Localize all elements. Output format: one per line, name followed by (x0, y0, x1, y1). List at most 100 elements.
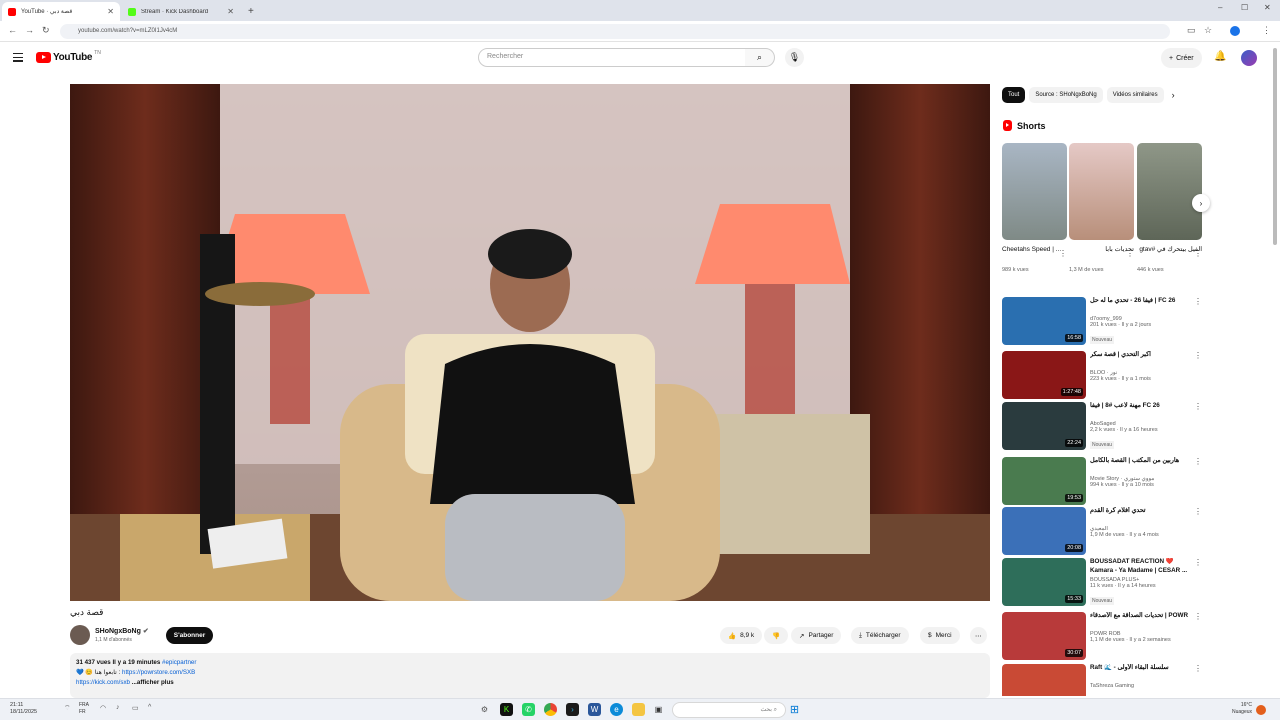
thumbs-down-icon: 👎 (772, 632, 781, 640)
shorts-next-button[interactable]: › (1192, 194, 1210, 212)
network-icon[interactable]: ⌔ (64, 704, 71, 713)
bookmark-star-icon[interactable]: ☆ (1204, 25, 1212, 36)
download-button[interactable]: ⤓ Télécharger (851, 627, 909, 644)
hamburger-menu-icon[interactable] (13, 53, 23, 64)
more-actions-button[interactable]: ⋯ (970, 627, 987, 644)
more-vertical-icon[interactable]: ⋮ (1194, 402, 1202, 411)
kick-app-icon[interactable]: K (500, 703, 513, 716)
recommended-video[interactable]: 15:33 BOUSSADAT REACTION ❤️ Kamara - Ya … (1002, 558, 1202, 606)
recommended-video[interactable]: 16:58 فيفا 26 - تحدي ما له حل | FC 26 d7… (1002, 297, 1202, 345)
recommended-video[interactable]: 20:08 تحدي أفلام كرة القدم المعيدي 1,9 M… (1002, 507, 1202, 555)
recommended-video[interactable]: 30:07 تحديات الصداقة مع الأصدقاء | POWR … (1002, 612, 1202, 660)
video-frame (70, 84, 990, 601)
close-tab-icon[interactable]: ✕ (227, 7, 234, 16)
browser-menu-icon[interactable]: ⋮ (1262, 25, 1271, 36)
weather-sun-icon (1256, 705, 1266, 715)
recommended-video[interactable]: Raft 🌊 - سلسلة البقاء الأولى TaShreza Ga… (1002, 664, 1202, 696)
recommended-video[interactable]: 1:27:48 أكبر التحدي | قصة سكر BLOO · نور… (1002, 351, 1202, 399)
language-indicator[interactable]: FRA FR (79, 702, 89, 716)
cast-icon[interactable]: ▭ (1187, 25, 1196, 36)
tab-title: YouTube · قصة دبي (21, 9, 73, 15)
create-button[interactable]: + Créer (1161, 48, 1202, 68)
windows-start-icon[interactable]: ⊞ (788, 703, 801, 716)
forward-icon[interactable]: → (25, 25, 34, 35)
edge-app-icon[interactable]: e (610, 703, 623, 716)
new-tab-button[interactable]: + (248, 6, 254, 17)
short-card[interactable]: الفيل بيتحرك في #gtav 446 k vues ⋮ (1137, 143, 1202, 273)
more-vertical-icon[interactable]: ⋮ (1194, 249, 1202, 258)
more-vertical-icon[interactable]: ⋮ (1194, 351, 1202, 360)
channel-name[interactable]: SHoNgxBoNg ✔ (95, 627, 149, 635)
reload-icon[interactable]: ↻ (42, 25, 50, 36)
taskbar-clock[interactable]: 21:11 18/11/2025 (10, 702, 37, 716)
more-vertical-icon[interactable]: ⋮ (1194, 457, 1202, 466)
url-field[interactable]: youtube.com/watch?v=mLZ0I1Jv4cM (60, 24, 1170, 39)
youtube-logo[interactable]: YouTube TN (36, 50, 101, 63)
thanks-button[interactable]: $ Merci (920, 627, 960, 644)
short-card[interactable]: تحديات بابا 1,3 M de vues ⋮ (1069, 143, 1134, 273)
plus-icon: + (1169, 54, 1174, 62)
chip-source[interactable]: Source : SHoNgxBoNg (1029, 87, 1103, 103)
page-scrollbar[interactable] (1273, 48, 1277, 245)
thumbs-up-icon: 👍 (728, 632, 737, 640)
battery-icon[interactable]: ▭ (132, 704, 139, 712)
wifi-icon[interactable]: ◠ (100, 704, 106, 712)
short-card[interactable]: Cheetahs Speed | ... 989 k vues ⋮ (1002, 143, 1067, 273)
search-icon: ⌕ (756, 52, 763, 62)
show-hidden-icons[interactable]: ^ (148, 704, 151, 711)
chip-similar[interactable]: Vidéos similaires (1106, 87, 1164, 103)
weather-widget[interactable]: 16°C Nuageux (1232, 702, 1252, 716)
search-button[interactable]: ⌕ (745, 48, 775, 67)
chip-all[interactable]: Tout (1002, 87, 1026, 103)
search-input[interactable]: Rechercher (478, 48, 746, 67)
profile-icon[interactable] (1230, 26, 1240, 36)
close-window-icon[interactable]: ✕ (1264, 3, 1271, 12)
chevron-right-icon[interactable]: › (1172, 90, 1175, 100)
volume-icon[interactable]: ♪ (116, 704, 120, 711)
microphone-icon: 🎙 (788, 52, 801, 62)
like-button[interactable]: 👍 8,9 k (720, 627, 763, 644)
more-vertical-icon[interactable]: ⋮ (1194, 507, 1202, 516)
video-title: قصة دبي (70, 607, 104, 617)
subscribe-button[interactable]: S'abonner (166, 627, 213, 644)
video-player[interactable] (70, 84, 990, 601)
word-app-icon[interactable]: W (588, 703, 601, 716)
more-vertical-icon[interactable]: ⋮ (1059, 249, 1067, 258)
kick-favicon-icon (128, 7, 136, 16)
more-vertical-icon[interactable]: ⋮ (1194, 664, 1202, 673)
minimize-icon[interactable]: – (1218, 3, 1222, 12)
more-horizontal-icon: ⋯ (975, 632, 982, 640)
more-vertical-icon[interactable]: ⋮ (1194, 612, 1202, 621)
store-link[interactable]: https://powrstore.com/SXB (122, 669, 195, 676)
dislike-button[interactable]: 👎 (764, 627, 789, 644)
more-vertical-icon[interactable]: ⋮ (1126, 249, 1134, 258)
account-avatar[interactable] (1241, 50, 1257, 66)
tab-kick[interactable]: Stream · Kick Dashboard ✕ (122, 2, 240, 21)
short-thumbnail (1069, 143, 1134, 240)
hashtag-link[interactable]: #epicpartner (162, 659, 196, 666)
whatsapp-app-icon[interactable]: ✆ (522, 703, 535, 716)
maximize-icon[interactable]: ☐ (1241, 3, 1248, 12)
settings-app-icon[interactable]: ⚙ (478, 703, 491, 716)
more-vertical-icon[interactable]: ⋮ (1194, 297, 1202, 306)
video-description[interactable]: 31 437 vues Il y a 19 minutes #epicpartn… (70, 653, 990, 698)
taskbar-search-input[interactable]: بحث ⌕ (672, 702, 786, 718)
close-tab-icon[interactable]: ✕ (107, 7, 114, 16)
terminal-app-icon[interactable]: › (566, 703, 579, 716)
more-vertical-icon[interactable]: ⋮ (1194, 558, 1202, 567)
voice-search-button[interactable]: 🎙 (785, 48, 804, 67)
file-explorer-icon[interactable] (632, 703, 645, 716)
short-thumbnail (1002, 143, 1067, 240)
channel-avatar[interactable] (70, 625, 90, 645)
notifications-bell-icon[interactable]: 🔔 (1214, 51, 1226, 62)
recommended-video[interactable]: 19:53 هاربين من المكتب | القصة بالكامل M… (1002, 457, 1202, 505)
task-view-icon[interactable]: ▣ (652, 703, 665, 716)
kick-link[interactable]: https://kick.com/sxb (76, 679, 130, 686)
show-more-link[interactable]: ...afficher plus (132, 679, 174, 686)
chrome-app-icon[interactable] (544, 703, 557, 716)
short-thumbnail (1137, 143, 1202, 240)
tab-youtube[interactable]: YouTube · قصة دبي ✕ (2, 2, 120, 21)
recommended-video[interactable]: 22:24 مهنة لاعب #8 | فيفا FC 26 AboSaged… (1002, 402, 1202, 450)
back-icon[interactable]: ← (8, 25, 17, 35)
share-button[interactable]: ↗ Partager (791, 627, 842, 644)
